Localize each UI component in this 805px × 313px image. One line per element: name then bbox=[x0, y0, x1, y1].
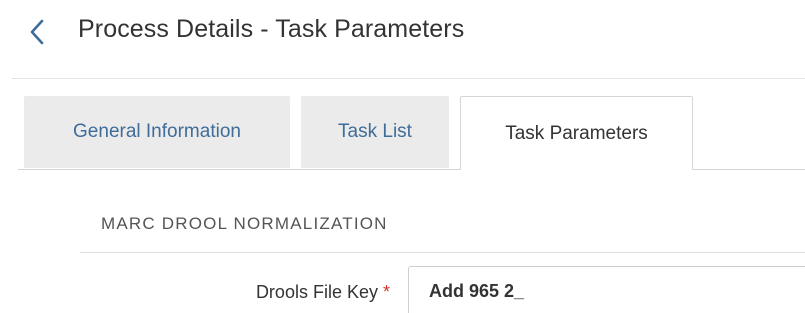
section-heading: MARC DROOL NORMALIZATION bbox=[101, 214, 388, 233]
page-title: Process Details - Task Parameters bbox=[78, 15, 465, 43]
section-divider bbox=[80, 252, 805, 253]
chevron-left-icon[interactable] bbox=[26, 18, 48, 46]
tab-bar-divider-left bbox=[18, 169, 460, 170]
page: Process Details - Task Parameters Genera… bbox=[0, 0, 805, 313]
required-marker: * bbox=[382, 282, 390, 302]
drools-file-key-field[interactable]: Add 965 2_ bbox=[408, 266, 805, 313]
tab-bar: General Information Task List Task Param… bbox=[0, 96, 805, 170]
drools-file-key-label: Drools File Key * bbox=[256, 282, 390, 303]
tab-bar-divider-right bbox=[692, 169, 805, 170]
drools-file-key-label-text: Drools File Key bbox=[255, 282, 378, 302]
header-divider bbox=[12, 78, 805, 79]
tab-general-information[interactable]: General Information bbox=[24, 96, 290, 168]
tab-task-list[interactable]: Task List bbox=[301, 96, 449, 168]
tab-task-parameters[interactable]: Task Parameters bbox=[460, 96, 693, 170]
